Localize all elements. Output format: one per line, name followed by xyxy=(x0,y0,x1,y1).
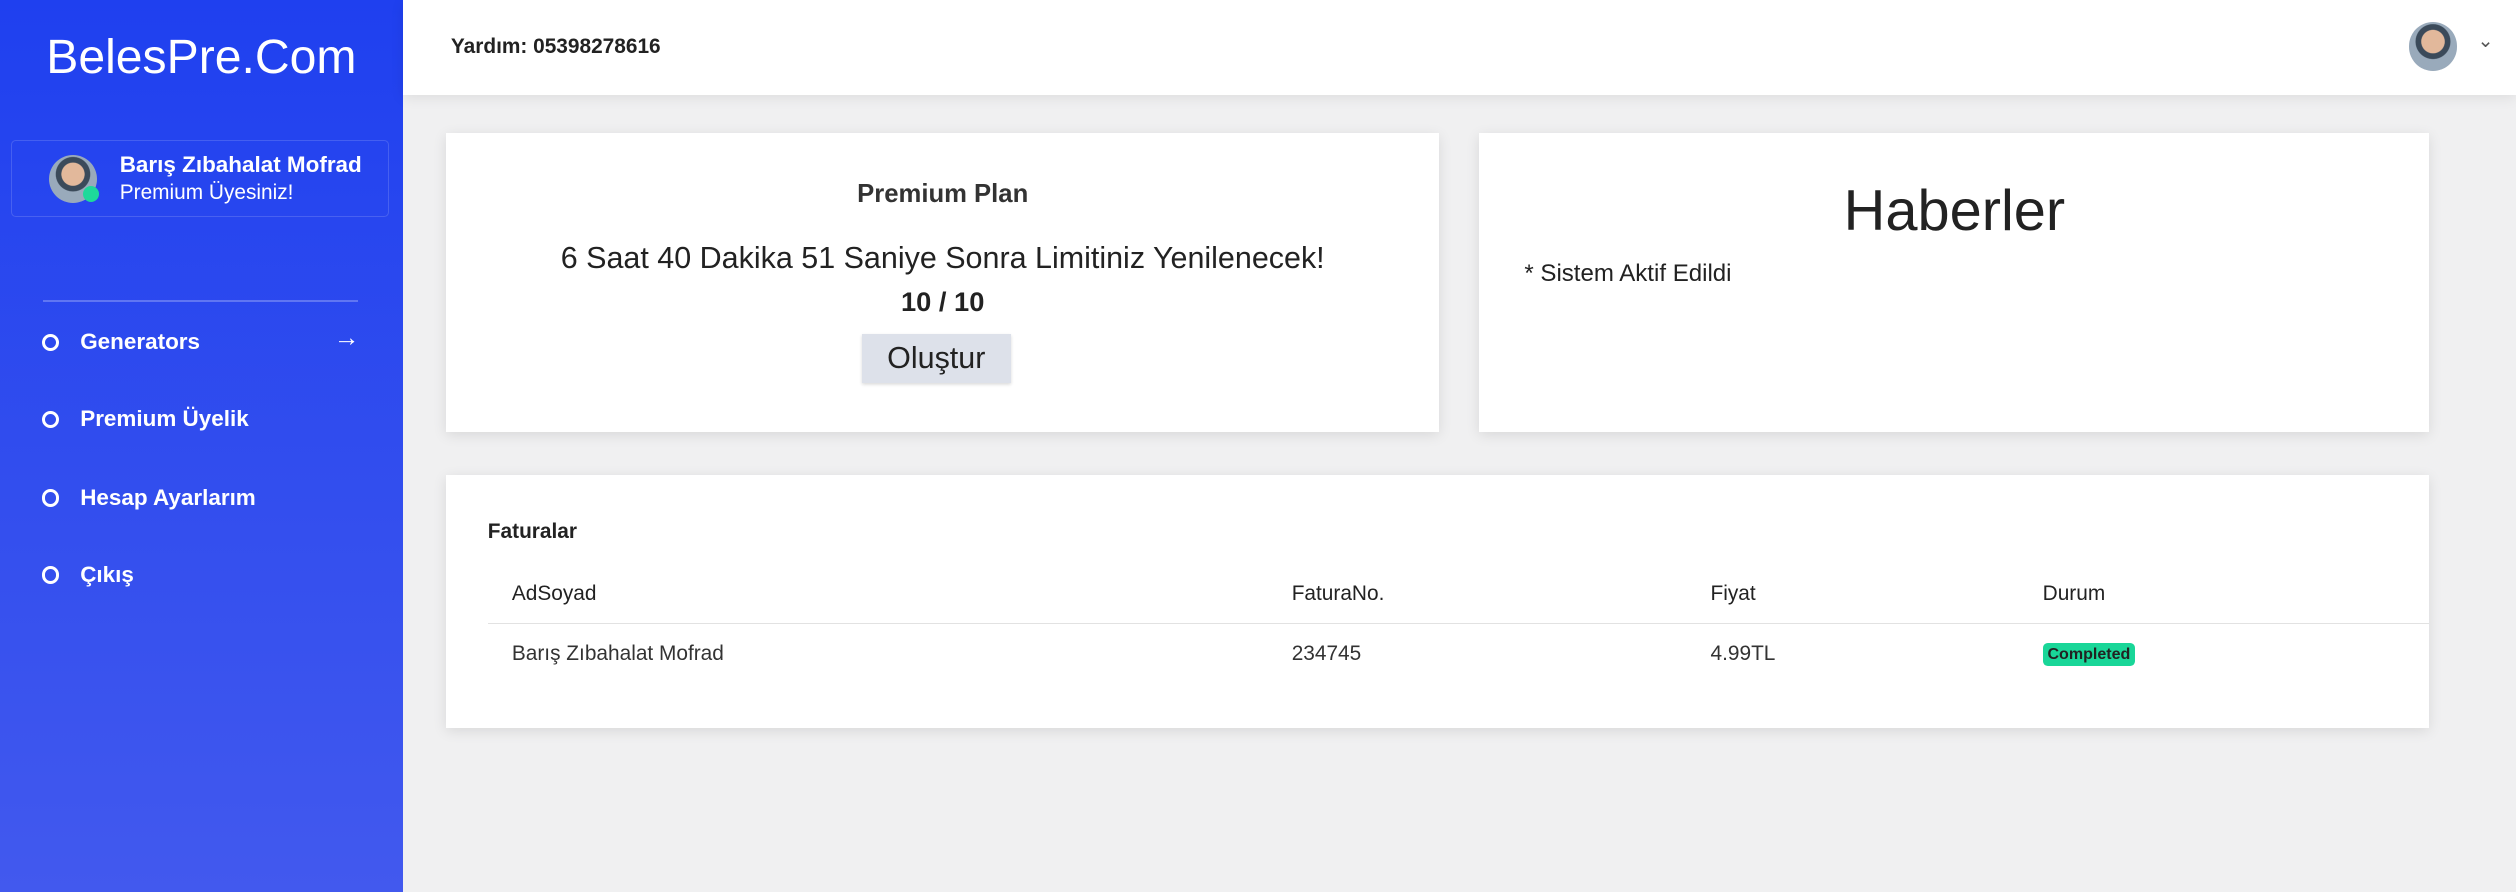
sidebar-item-generators[interactable]: Generators → xyxy=(41,324,363,359)
sidebar-item-label: Hesap Ayarlarım xyxy=(80,484,256,510)
usage-count: 10 / 10 xyxy=(901,285,985,317)
plan-title: Premium Plan xyxy=(857,179,1029,208)
user-menu-avatar[interactable] xyxy=(2408,22,2457,71)
sidebar-item-logout[interactable]: Çıkış xyxy=(41,560,363,592)
circle-icon xyxy=(41,566,59,584)
column-header: FaturaNo. xyxy=(1291,582,1385,606)
cell-invoice-no: 234745 xyxy=(1291,641,1362,665)
news-item: * Sistem Aktif Edildi xyxy=(1524,259,1732,287)
circle-icon xyxy=(41,489,59,507)
circle-icon xyxy=(41,410,59,428)
cell-price: 4.99TL xyxy=(1710,641,1776,665)
chevron-down-icon[interactable]: ⌄ xyxy=(2477,29,2493,53)
column-header: AdSoyad xyxy=(511,582,597,606)
table-divider xyxy=(487,622,2430,625)
column-header: Durum xyxy=(2042,582,2106,606)
cell-name: Barış Zıbahalat Mofrad xyxy=(511,641,724,665)
user-status: Premium Üyesiniz! xyxy=(119,180,294,204)
column-header: Fiyat xyxy=(1710,582,1756,606)
arrow-right-icon: → xyxy=(333,324,360,353)
sidebar-item-premium[interactable]: Premium Üyelik xyxy=(41,404,363,436)
logo[interactable]: BelesPre.Com xyxy=(0,29,403,85)
premium-plan-card: Premium Plan 6 Saat 40 Dakika 51 Saniye … xyxy=(446,133,1440,432)
user-card: Barış Zıbahalat Mofrad Premium Üyesiniz! xyxy=(11,139,389,217)
online-status-icon xyxy=(82,185,99,202)
divider xyxy=(43,300,358,302)
user-name: Barış Zıbahalat Mofrad xyxy=(119,151,362,177)
sidebar-item-label: Premium Üyelik xyxy=(80,405,249,431)
top-header: Yardım: 05398278616 ⌄ xyxy=(402,0,2516,95)
invoices-card: Faturalar AdSoyad FaturaNo. Fiyat Durum … xyxy=(446,474,2430,729)
create-button[interactable]: Oluştur xyxy=(861,333,1011,384)
sidebar-item-label: Çıkış xyxy=(80,561,134,587)
status-badge: Completed xyxy=(2042,643,2136,666)
invoices-title: Faturalar xyxy=(487,519,577,543)
countdown-text: 6 Saat 40 Dakika 51 Saniye Sonra Limitin… xyxy=(560,240,1325,275)
sidebar: BelesPre.Com Barış Zıbahalat Mofrad Prem… xyxy=(0,0,403,892)
sidebar-item-label: Generators xyxy=(80,328,201,354)
help-phone: Yardım: 05398278616 xyxy=(450,35,661,59)
sidebar-item-account-settings[interactable]: Hesap Ayarlarım xyxy=(41,483,363,515)
circle-icon xyxy=(41,333,59,351)
news-title: Haberler xyxy=(1843,179,2066,244)
news-card: Haberler * Sistem Aktif Edildi xyxy=(1479,133,2430,432)
